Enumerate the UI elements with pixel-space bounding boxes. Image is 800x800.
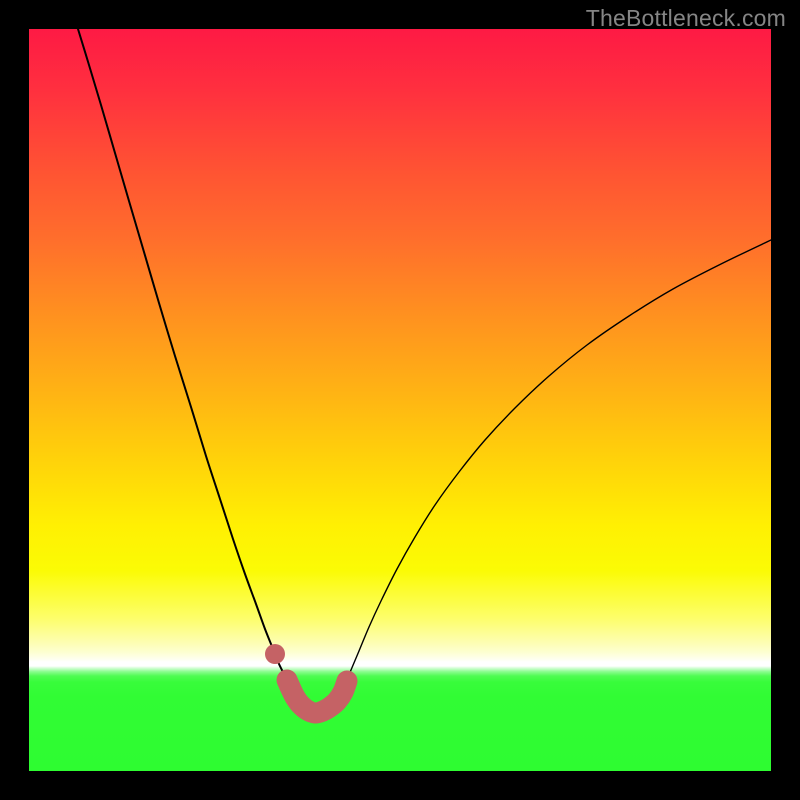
curve-right bbox=[345, 240, 771, 684]
valley-highlight bbox=[287, 680, 347, 713]
curve-left bbox=[78, 29, 289, 685]
chart-svg bbox=[29, 29, 771, 771]
valley-dot-marker bbox=[265, 644, 285, 664]
watermark-text: TheBottleneck.com bbox=[586, 5, 786, 32]
